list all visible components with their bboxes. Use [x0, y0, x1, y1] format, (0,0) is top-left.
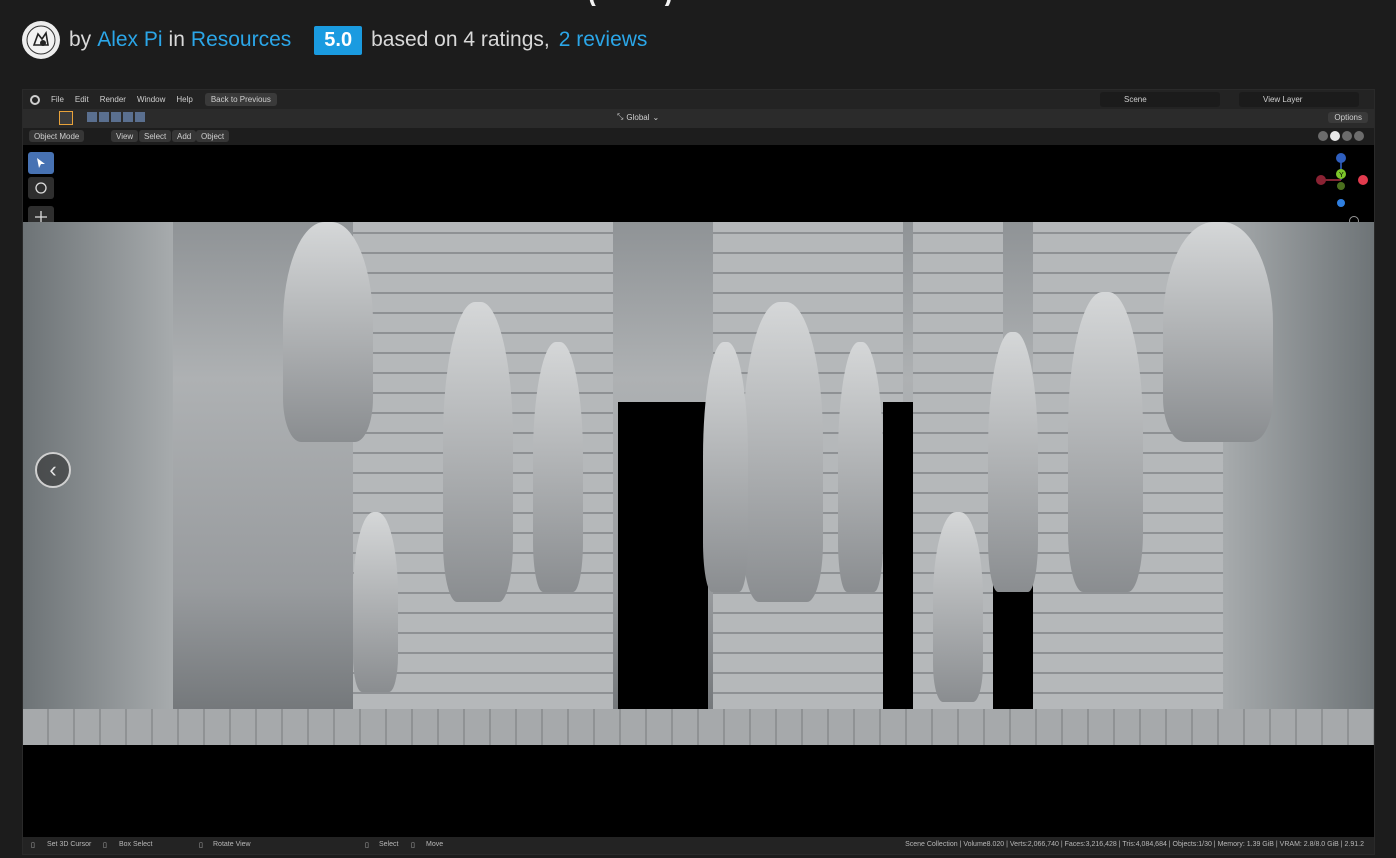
menu-window[interactable]: Window [137, 95, 165, 104]
transform-orientation-dropdown[interactable]: ⤡ Global ⌄ [617, 112, 659, 122]
menu-add[interactable]: Add [172, 130, 197, 142]
view-layer-selector[interactable]: View Layer [1239, 92, 1359, 107]
view-layer-name: View Layer [1263, 95, 1303, 104]
statue [1163, 222, 1273, 442]
y-axis-label: Y [1339, 172, 1344, 179]
statue [1068, 292, 1143, 592]
statue [533, 342, 583, 592]
statue [443, 302, 513, 602]
status-rotate-view: Rotate View [213, 841, 251, 848]
doorway [618, 402, 708, 712]
solid-shading-icon[interactable] [1330, 131, 1340, 141]
selection-mode-icons[interactable] [87, 112, 145, 122]
menu-select[interactable]: Select [139, 130, 172, 142]
author-avatar[interactable] [22, 21, 60, 59]
statue [988, 332, 1038, 592]
rating-badge: 5.0 [314, 25, 363, 55]
byline: by Alex Pi in Resources 5.0 based on 4 r… [22, 20, 647, 60]
previous-image-button[interactable]: ‹ [35, 452, 71, 488]
stone-floor [23, 709, 1374, 745]
avatar-icon [26, 25, 56, 55]
select-tool-icon[interactable] [59, 111, 73, 125]
page-title: ( ) [588, 0, 848, 6]
by-label: by [69, 28, 92, 51]
blender-logo-icon[interactable] [30, 94, 40, 105]
menu-edit[interactable]: Edit [75, 95, 89, 104]
orientation-icon: ⤡ [617, 112, 624, 121]
author-link[interactable]: Alex Pi [97, 28, 162, 52]
select-mode-icon[interactable] [135, 112, 145, 122]
navigation-gizmo[interactable]: Y [1311, 150, 1371, 210]
select-mode-icon[interactable] [87, 112, 97, 122]
viewport-header: Object Mode View Select Add Object [23, 128, 1374, 145]
statue [703, 342, 748, 592]
reviews-link[interactable]: 2 reviews [559, 28, 648, 52]
neg-x-axis-icon[interactable] [1316, 175, 1326, 185]
chevron-left-icon: ‹ [49, 457, 57, 482]
select-mode-icon[interactable] [111, 112, 121, 122]
mouse-middle-icon: ▯ [103, 842, 107, 849]
statue [283, 222, 373, 442]
rendered-shading-icon[interactable] [1354, 131, 1364, 141]
wireframe-shading-icon[interactable] [1318, 131, 1328, 141]
object-mode-dropdown[interactable]: Object Mode [29, 130, 85, 142]
statue [838, 342, 883, 592]
select-mode-icon[interactable] [123, 112, 133, 122]
z-axis-icon[interactable] [1336, 153, 1346, 163]
back-to-previous-button[interactable]: Back to Previous [204, 93, 277, 106]
menu-render[interactable]: Render [100, 95, 126, 104]
category-link[interactable]: Resources [191, 28, 291, 52]
target-icon [35, 182, 47, 194]
status-box-select: Box Select [119, 841, 153, 848]
ratings-text: based on 4 ratings, [371, 28, 550, 51]
mouse-left-icon: ▯ [31, 842, 35, 849]
blender-topbar: File Edit Render Window Help Back to Pre… [23, 90, 1374, 109]
cursor-arrow-icon [37, 158, 45, 168]
menu-help[interactable]: Help [176, 95, 192, 104]
select-mode-icon[interactable] [99, 112, 109, 122]
orientation-label: Global [626, 112, 650, 122]
neg-z-axis-icon[interactable] [1337, 199, 1345, 207]
scene-selector[interactable]: Scene [1100, 92, 1220, 107]
menu-object[interactable]: Object [196, 130, 230, 142]
viewport-shading-buttons[interactable] [1318, 131, 1364, 141]
menu-view[interactable]: View [111, 130, 139, 142]
status-select: Select [379, 841, 399, 848]
x-axis-icon[interactable] [1358, 175, 1368, 185]
menu-file[interactable]: File [51, 95, 64, 104]
statue [743, 302, 823, 602]
status-set-cursor: Set 3D Cursor [47, 841, 92, 848]
blender-statusbar: ▯ Set 3D Cursor ▯ Box Select ▯ Rotate Vi… [23, 837, 1374, 854]
blender-screenshot: File Edit Render Window Help Back to Pre… [22, 89, 1375, 855]
mouse-move-icon: ▯ [411, 842, 415, 849]
in-label: in [168, 28, 185, 51]
cursor-tool[interactable] [28, 177, 54, 199]
scene-name: Scene [1124, 95, 1147, 104]
doorway [883, 402, 913, 712]
options-button[interactable]: Options [1328, 112, 1368, 123]
statue [353, 512, 398, 692]
status-stats: Scene Collection | Volume8.020 | Verts:2… [905, 841, 1364, 848]
neg-y-axis-icon[interactable] [1337, 182, 1345, 190]
material-shading-icon[interactable] [1342, 131, 1352, 141]
select-box-tool[interactable] [28, 152, 54, 174]
viewport-render: ‹ [23, 222, 1374, 745]
resource-page: ( ) by Alex Pi in Resources 5.0 based on… [0, 0, 1396, 858]
statue [933, 512, 983, 702]
tool-settings-bar: ⤡ Global ⌄ Options [23, 109, 1374, 128]
mouse-select-icon: ▯ [365, 842, 369, 849]
mouse-right-icon: ▯ [199, 842, 203, 849]
chevron-down-icon: ⌄ [652, 112, 660, 122]
status-move: Move [426, 841, 444, 848]
